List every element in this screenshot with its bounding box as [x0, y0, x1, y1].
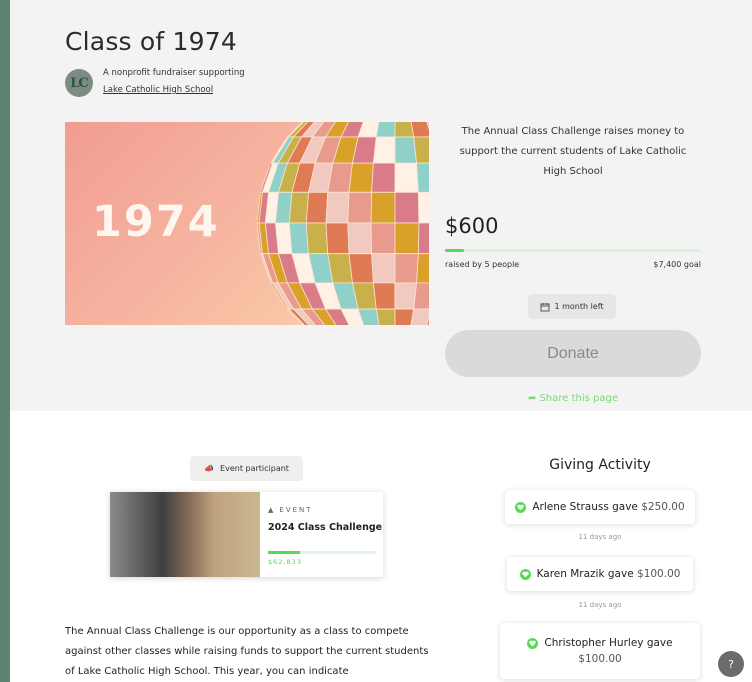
event-amount: $62,833 — [268, 558, 302, 566]
disco-tile — [325, 222, 350, 255]
share-label: Share this page — [539, 393, 618, 404]
time-left-text: 1 month left — [554, 302, 604, 311]
campaign-description: The Annual Class Challenge raises money … — [459, 126, 687, 177]
share-link[interactable]: ➦ Share this page — [445, 393, 701, 404]
hero-image: 1974 — [65, 122, 429, 325]
event-icon: ▲ — [268, 506, 276, 514]
donation-amount: $100.00 — [578, 653, 622, 665]
disco-tile — [370, 222, 396, 255]
share-icon: ➦ — [527, 393, 537, 404]
org-link[interactable]: Lake Catholic High School — [103, 85, 213, 95]
help-button[interactable]: ? — [718, 651, 744, 677]
megaphone-icon: 📣 — [204, 464, 215, 473]
story-text: The Annual Class Challenge is our opport… — [65, 626, 429, 677]
donate-button[interactable]: Donate — [445, 330, 701, 377]
event-participant-badge: 📣 Event participant — [190, 456, 303, 481]
disco-tile — [394, 136, 418, 164]
disco-ball-graphic — [257, 122, 429, 325]
donor-name: Arlene Strauss gave — [532, 501, 638, 513]
donation-amount: $100.00 — [637, 568, 681, 580]
donation-amount: $250.00 — [641, 501, 685, 513]
goal-text: $7,400 goal — [653, 260, 701, 269]
donor-name: Karen Mrazik gave — [536, 568, 634, 580]
giving-item: Arlene Strauss gave $250.00 — [505, 490, 695, 524]
disco-tile — [288, 222, 309, 255]
disco-tile — [394, 282, 418, 310]
disco-tile — [370, 191, 396, 224]
disco-tile — [347, 222, 373, 255]
page-title: Class of 1974 — [65, 27, 237, 56]
disco-tile — [348, 253, 374, 284]
donor-name: Christopher Hurley gave — [544, 637, 673, 649]
disco-tile — [394, 253, 419, 284]
disco-tile — [394, 162, 419, 193]
heart-icon — [527, 637, 539, 649]
disco-tile — [416, 162, 429, 193]
heart-icon — [519, 568, 531, 580]
disco-tile — [375, 122, 396, 138]
page-frame: Class of 1974 LC A nonprofit fundraiser … — [10, 0, 752, 682]
disco-tile — [348, 162, 374, 193]
org-description: A nonprofit fundraiser supporting — [103, 68, 245, 78]
disco-tile — [394, 308, 415, 325]
giving-item: Christopher Hurley gave $100.00 — [500, 623, 700, 679]
disco-tile — [416, 253, 429, 284]
calendar-icon — [540, 302, 550, 311]
disco-tile — [305, 222, 329, 255]
raised-by-text: raised by 5 people — [445, 260, 520, 269]
disco-tile — [417, 191, 429, 224]
org-logo: LC — [65, 69, 93, 97]
raised-amount: $600 — [445, 214, 499, 238]
disco-tile — [413, 282, 429, 310]
campaign-header-section: Class of 1974 LC A nonprofit fundraiser … — [10, 0, 752, 411]
disco-tile — [347, 191, 373, 224]
giving-activity-title: Giving Activity — [549, 457, 651, 473]
giving-item: Karen Mrazik gave $100.00 — [507, 557, 693, 591]
disco-tile — [394, 222, 420, 255]
event-title: 2024 Class Challenge — [268, 522, 383, 533]
event-kind-label: EVENT — [279, 506, 313, 514]
event-participant-label: Event participant — [220, 464, 289, 473]
giving-time: 11 days ago — [578, 533, 622, 541]
disco-tile — [288, 191, 309, 224]
event-card[interactable]: ▲ EVENT 2024 Class Challenge $62,833 — [110, 492, 383, 577]
progress-bar-fill — [445, 249, 465, 252]
event-kind: ▲ EVENT — [268, 506, 313, 514]
disco-tile — [372, 282, 396, 310]
disco-tile — [417, 222, 429, 255]
disco-tile — [394, 122, 415, 138]
disco-tile — [371, 162, 396, 193]
event-photo — [110, 492, 260, 577]
disco-tile — [375, 308, 396, 325]
disco-tile — [371, 253, 396, 284]
disco-tile — [413, 136, 429, 164]
giving-time: 11 days ago — [578, 601, 622, 609]
time-left-badge: 1 month left — [528, 294, 616, 319]
event-progress-fill — [268, 551, 301, 554]
disco-tile — [325, 191, 350, 224]
event-progress-bar — [268, 551, 376, 554]
disco-tile — [394, 191, 420, 224]
disco-tile — [372, 136, 396, 164]
heart-icon — [515, 501, 527, 513]
disco-tile — [305, 191, 329, 224]
progress-bar — [445, 249, 701, 252]
